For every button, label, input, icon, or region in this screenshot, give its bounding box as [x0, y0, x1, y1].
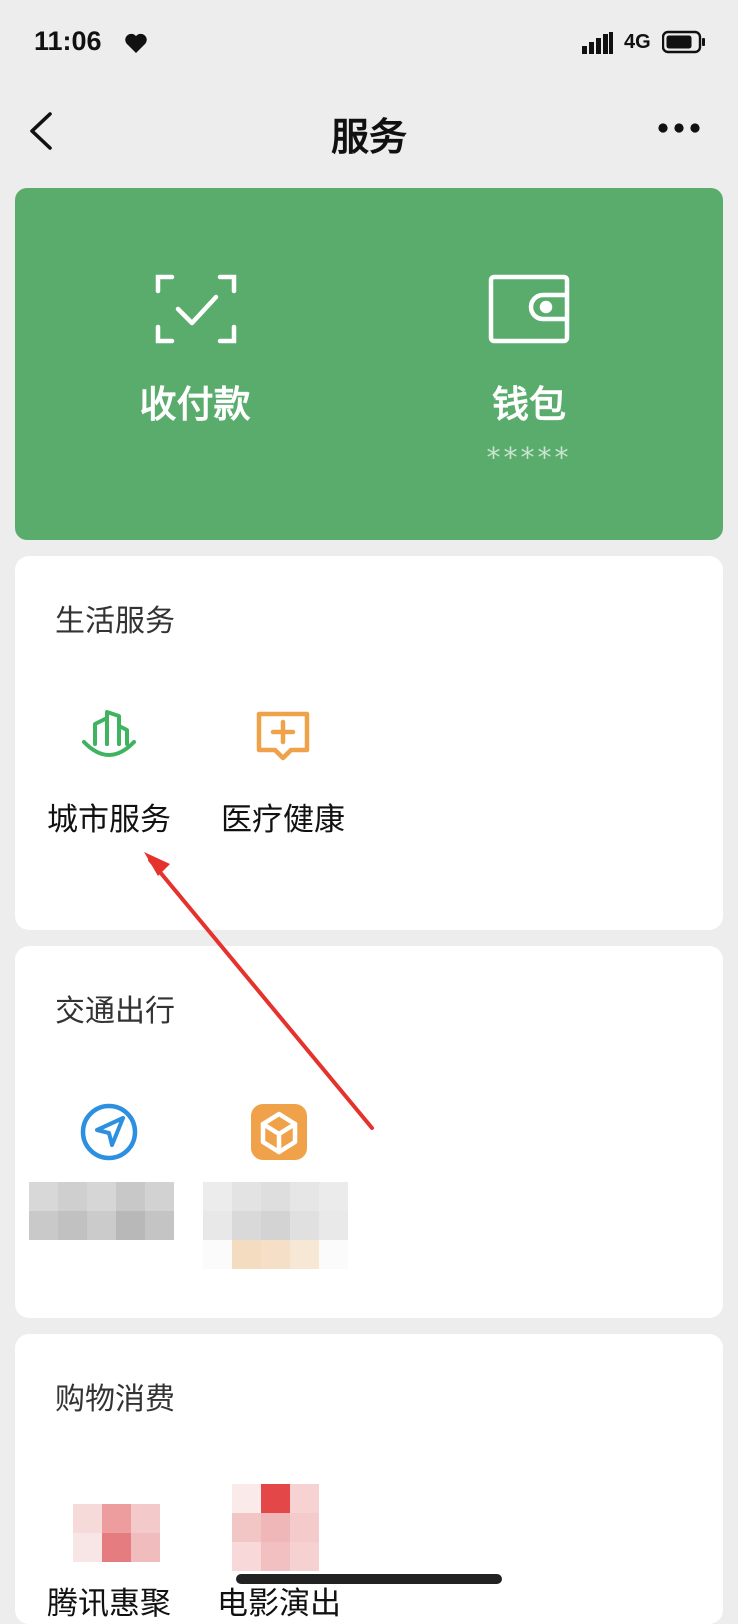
page-title: 服务: [330, 115, 407, 159]
scan-check-icon: [155, 274, 237, 344]
medical-icon: [256, 711, 310, 761]
section-title: 生活服务: [55, 604, 175, 639]
blurred-label: [203, 1182, 348, 1269]
movie-shows-label: 电影演出: [217, 1586, 341, 1622]
wallet-label: 钱包: [492, 383, 566, 426]
transport-icon: [251, 1104, 307, 1160]
watermark-url: jingyan.baidu.com: [610, 1575, 712, 1588]
section-title: 交通出行: [55, 994, 175, 1029]
section-life-services: 生活服务 城市服务 医疗健康: [15, 556, 723, 930]
section-title: 购物消费: [55, 1382, 175, 1417]
tencent-deals-button[interactable]: 腾讯惠聚: [29, 1502, 189, 1622]
battery-icon: [662, 30, 705, 54]
network-type: 4G: [624, 31, 651, 53]
wallet-balance-masked: *****: [486, 441, 572, 474]
wallet-icon: [488, 274, 570, 344]
status-bar: 11:06 4G: [0, 0, 738, 88]
tencent-deals-label: 腾讯惠聚: [47, 1586, 171, 1622]
nav-bar: 服务: [0, 88, 738, 178]
pay-label: 收付款: [139, 383, 251, 426]
medical-health-button[interactable]: 医疗健康: [203, 706, 363, 856]
city-services-label: 城市服务: [47, 802, 171, 838]
wallet-button[interactable]: 钱包 *****: [404, 188, 654, 540]
city-services-button[interactable]: 城市服务: [29, 706, 189, 856]
watermark-logo: Baidu经验: [548, 1543, 673, 1573]
pay-button[interactable]: 收付款: [70, 188, 320, 540]
heart-icon: [125, 33, 147, 53]
home-indicator[interactable]: [236, 1574, 502, 1584]
more-icon[interactable]: [655, 118, 703, 138]
navigation-icon: [80, 1103, 138, 1161]
movie-shows-button[interactable]: 电影演出: [199, 1502, 359, 1622]
wallet-card: 收付款 钱包 *****: [15, 188, 723, 540]
signal-icon: [582, 32, 613, 54]
section-transport: 交通出行: [15, 946, 723, 1318]
status-time: 11:06: [34, 26, 102, 56]
blurred-label: [29, 1182, 174, 1240]
medical-health-label: 医疗健康: [221, 802, 345, 838]
city-icon: [82, 710, 136, 757]
